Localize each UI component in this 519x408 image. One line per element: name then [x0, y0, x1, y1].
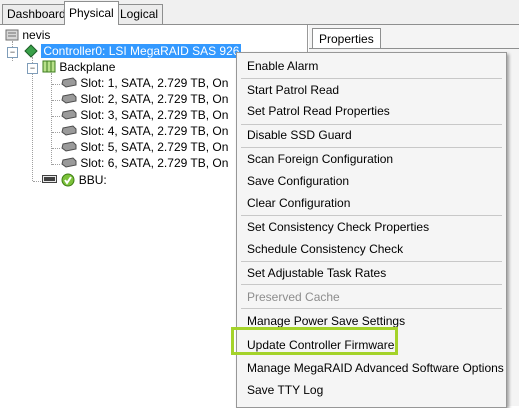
properties-tab-underline [309, 48, 519, 49]
tree-node-slot[interactable]: Slot: 5, SATA, 2.729 TB, On [61, 139, 228, 155]
tree-node-slot[interactable]: Slot: 6, SATA, 2.729 TB, On [61, 155, 228, 171]
menu-separator [241, 261, 502, 262]
menu-item-clear-configuration[interactable]: Clear Configuration [247, 193, 350, 213]
menu-item-set-adjustable-task-rates[interactable]: Set Adjustable Task Rates [247, 263, 386, 283]
tree-node-backplane[interactable]: Backplane [42, 59, 115, 75]
menu-item-set-consistency-check-properties[interactable]: Set Consistency Check Properties [247, 217, 429, 237]
menu-item-scan-foreign-configuration[interactable]: Scan Foreign Configuration [247, 149, 393, 169]
tab-properties[interactable]: Properties [312, 28, 381, 49]
tree-guide [52, 132, 60, 133]
collapse-toggle[interactable]: − [7, 47, 18, 58]
menu-item-enable-alarm[interactable]: Enable Alarm [247, 56, 318, 76]
tree-guide [33, 181, 41, 182]
slot-label: Slot: 4, SATA, 2.729 TB, On [80, 124, 229, 138]
menu-separator [241, 308, 502, 309]
menu-item-schedule-consistency-check[interactable]: Schedule Consistency Check [247, 239, 403, 259]
menu-separator [241, 147, 502, 148]
battery-icon [42, 175, 57, 183]
menu-item-manage-advanced-software-options[interactable]: Manage MegaRAID Advanced Software Option… [247, 358, 504, 378]
view-tab-bar: Dashboard Physical Logical [0, 0, 519, 25]
tree-controller-label: Controller0: LSI MegaRAID SAS 926 [41, 44, 242, 58]
tree-guide [52, 100, 60, 101]
menu-separator [241, 215, 502, 216]
menu-item-set-patrol-read-properties[interactable]: Set Patrol Read Properties [247, 101, 390, 121]
tree-guide [52, 164, 60, 165]
tree-node-root[interactable]: nevis [5, 27, 50, 43]
tree-node-slot[interactable]: Slot: 1, SATA, 2.729 TB, On [61, 75, 228, 91]
tab-logical[interactable]: Logical [115, 4, 164, 24]
slot-label: Slot: 5, SATA, 2.729 TB, On [80, 140, 229, 154]
tab-dashboard[interactable]: Dashboard [2, 4, 71, 24]
menu-separator [241, 284, 502, 285]
menu-item-save-tty-log[interactable]: Save TTY Log [247, 380, 323, 400]
drive-icon [61, 93, 77, 104]
menu-item-preserved-cache: Preserved Cache [247, 290, 340, 304]
server-icon [5, 29, 19, 41]
drive-icon [61, 141, 77, 152]
drive-icon [61, 125, 77, 136]
menu-separator [241, 78, 502, 79]
tree-guide [51, 73, 52, 165]
tree-node-slot[interactable]: Slot: 3, SATA, 2.729 TB, On [61, 107, 228, 123]
tree-root-label: nevis [22, 28, 51, 42]
slot-label: Slot: 2, SATA, 2.729 TB, On [80, 92, 229, 106]
backplane-icon [42, 60, 56, 73]
drive-icon [61, 77, 77, 88]
tree-guide [52, 148, 60, 149]
tree-guide [32, 57, 33, 181]
tree-node-controller[interactable]: Controller0: LSI MegaRAID SAS 926 [24, 43, 242, 59]
status-ok-icon [61, 173, 75, 187]
tree-guide [52, 116, 60, 117]
tab-physical[interactable]: Physical [64, 1, 119, 25]
slot-label: Slot: 3, SATA, 2.729 TB, On [80, 108, 229, 122]
slot-label: Slot: 1, SATA, 2.729 TB, On [80, 76, 229, 90]
slot-label: Slot: 6, SATA, 2.729 TB, On [80, 156, 229, 170]
tree-node-slot[interactable]: Slot: 2, SATA, 2.729 TB, On [61, 91, 228, 107]
tree-node-slot[interactable]: Slot: 4, SATA, 2.729 TB, On [61, 123, 228, 139]
highlight-box [231, 327, 398, 355]
controller-icon [24, 44, 38, 58]
menu-item-save-configuration[interactable]: Save Configuration [247, 171, 349, 191]
menu-item-disable-ssd-guard[interactable]: Disable SSD Guard [247, 125, 352, 145]
drive-icon [61, 109, 77, 120]
menu-item-start-patrol-read[interactable]: Start Patrol Read [247, 80, 339, 100]
tree-backplane-label: Backplane [59, 60, 116, 74]
drive-icon [61, 157, 77, 168]
collapse-toggle[interactable]: − [27, 63, 38, 74]
bbu-label: BBU: [78, 173, 107, 187]
tree-guide [52, 84, 60, 85]
tree-node-bbu[interactable]: BBU: [42, 172, 107, 188]
